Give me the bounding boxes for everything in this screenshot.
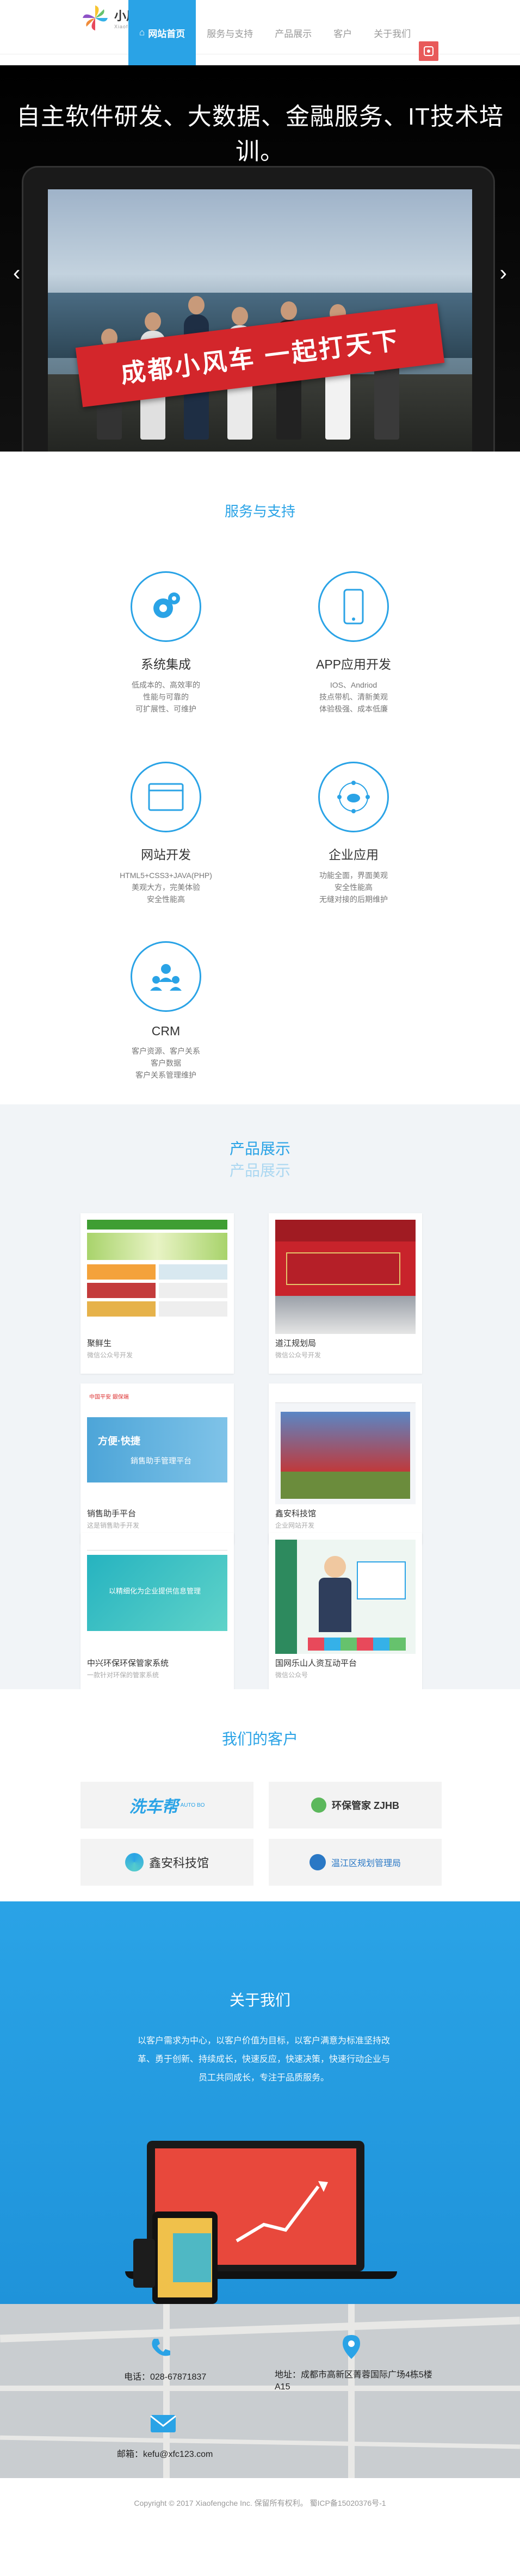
product-card[interactable]: 中国平安 銀保端 方便·快捷 銷售助手管理平台 销售助手平台 这是销售助手开发 (81, 1383, 234, 1544)
service-name: 系统集成 (141, 657, 191, 671)
nav-clients[interactable]: 客户 (323, 0, 363, 65)
service-name: 企业应用 (329, 848, 379, 862)
product-screenshot (87, 1220, 227, 1334)
leaf-logo-icon (311, 1797, 326, 1813)
product-name: 销售助手平台 (87, 1509, 137, 1518)
client-logo[interactable]: 洗车帮 AUTO BO (81, 1782, 253, 1828)
weibo-button[interactable] (419, 41, 438, 61)
product-screenshot (275, 1220, 416, 1334)
site-footer: Copyright © 2017 Xiaofengche Inc. 保留所有权利… (0, 2478, 520, 2535)
product-card[interactable]: 聚鲜生 微信公众号开发 (81, 1213, 234, 1374)
service-web-dev[interactable]: 网站开发 HTML5+CSS3+JAVA(PHP) 美观大方，完美体验 安全性能… (95, 762, 237, 905)
site-header: 小风车 Xiaofengche ⌂ 网站首页 服务与支持 产品展示 客户 关于我… (0, 0, 520, 65)
clients-section: 我们的客户 洗车帮 AUTO BO 环保管家 ZJHB 鑫安科技馆 温江区规划管… (0, 1689, 520, 1901)
client-logo[interactable]: 温江区规划管理局 (269, 1839, 442, 1886)
browser-window-icon (131, 762, 201, 832)
service-name: 网站开发 (141, 848, 191, 862)
gears-icon (131, 571, 201, 642)
nav-about[interactable]: 关于我们 (363, 0, 422, 65)
about-section: 关于我们 以客户需求为中心，以客户价值为目标，以客户满意为标准坚持改革、勇于创新… (0, 1901, 520, 2304)
hero-headline: 自主软件研发、大数据、金融服务、IT技术培训。 (16, 103, 504, 165)
client-tag: AUTO BO (180, 1802, 205, 1808)
emblem-logo-icon (309, 1854, 326, 1870)
contact-section: 电话：028-67871837 地址：成都市高新区菁蓉国际广场4栋5楼A15 邮… (0, 2304, 520, 2478)
client-name: 洗车帮 (129, 1798, 178, 1816)
page: 小风车 Xiaofengche ⌂ 网站首页 服务与支持 产品展示 客户 关于我… (0, 0, 520, 2535)
client-name: 温江区规划管理局 (331, 1859, 401, 1868)
team-photo: 成都小风车 一起打天下 (48, 189, 472, 452)
services-section: 服务与支持 系统集成 低成本的、高效率的 性能与可靠的 可扩展性、可维护 APP… (0, 452, 520, 1104)
service-name: APP应用开发 (315, 657, 392, 671)
product-desc: 微信公众号开发 (275, 1351, 321, 1359)
product-screen-header: 中国平安 銀保端 (89, 1394, 129, 1400)
service-crm[interactable]: CRM 客户资源、客户关系 客户数据 客户关系管理维护 (95, 941, 237, 1081)
users-icon (131, 941, 201, 1012)
product-name: 聚鲜生 (87, 1339, 112, 1348)
product-card[interactable]: 以精细化为企业提供信息管理 中兴环保环保管家系统 一款针对环保的管家系统 (81, 1533, 234, 1694)
services-title: 服务与支持 (224, 503, 295, 520)
products-subtitle: 产品展示 (229, 1162, 290, 1179)
pinwheel-logo-icon (125, 1853, 144, 1871)
service-desc: IOS、Andriod 技点带机、清新美观 体验极强、成本低廉 (319, 681, 388, 713)
client-logo[interactable]: 鑫安科技馆 (81, 1839, 253, 1886)
product-desc: 微信公众号 (275, 1671, 308, 1679)
location-pin-icon (342, 2334, 361, 2360)
product-card[interactable]: 国网乐山人资互动平台 微信公众号 (269, 1533, 422, 1694)
product-screenshot: 中国平安 銀保端 方便·快捷 銷售助手管理平台 (87, 1390, 227, 1504)
product-name: 中兴环保环保管家系统 (87, 1659, 169, 1668)
product-screen-brand: 方便·快捷 (98, 1436, 140, 1447)
phone-icon (150, 2337, 171, 2358)
service-app-dev[interactable]: APP应用开发 IOS、Andriod 技点带机、清新美观 体验极强、成本低廉 (283, 571, 424, 715)
product-card[interactable]: 鑫安科技馆 企业网站开发 (269, 1383, 422, 1544)
contact-address: 地址：成都市高新区菁蓉国际广场4栋5楼A15 (275, 2370, 432, 2392)
clients-title: 我们的客户 (221, 1731, 298, 1747)
service-desc: HTML5+CSS3+JAVA(PHP) 美观大方，完美体验 安全性能高 (120, 871, 212, 904)
product-desc: 微信公众号开发 (87, 1351, 133, 1359)
about-text: 以客户需求为中心，以客户价值为目标，以客户满意为标准坚持改革、勇于创新、持续成长… (137, 2036, 390, 2083)
about-title: 关于我们 (229, 1992, 290, 2009)
products-section: 产品展示 产品展示 聚鲜生 微信公众号开发 道江规划局 微信公众号开发 中国平安… (0, 1104, 520, 1694)
product-desc: 一款针对环保的管家系统 (87, 1671, 159, 1679)
devices-illustration (125, 2141, 397, 2304)
copyright-text: Copyright © 2017 Xiaofengche Inc. 保留所有权利… (134, 2499, 386, 2507)
product-desc: 这是销售助手开发 (87, 1522, 140, 1529)
main-nav: ⌂ 网站首页 服务与支持 产品展示 客户 关于我们 (128, 0, 422, 65)
service-enterprise[interactable]: 企业应用 功能全面，界面美观 安全性能高 无缝对接的后期维护 (283, 762, 424, 905)
carousel-prev-arrow-icon[interactable]: ‹ (13, 261, 20, 286)
smartphone-icon (318, 571, 389, 642)
service-system-integration[interactable]: 系统集成 低成本的、高效率的 性能与可靠的 可扩展性、可维护 (95, 571, 237, 715)
client-name: 鑫安科技馆 (148, 1856, 209, 1870)
product-screenshot: 以精细化为企业提供信息管理 (87, 1540, 227, 1654)
product-name: 道江规划局 (275, 1339, 317, 1348)
service-desc: 功能全面，界面美观 安全性能高 无缝对接的后期维护 (319, 871, 388, 904)
carousel-next-arrow-icon[interactable]: › (500, 261, 507, 286)
product-screen-tagline: 銷售助手管理平台 (131, 1456, 191, 1465)
client-logo[interactable]: 环保管家 ZJHB (269, 1782, 442, 1828)
home-icon: ⌂ (139, 27, 145, 38)
contact-phone[interactable]: 电话：028-67871837 (124, 2369, 206, 2382)
service-desc: 低成本的、高效率的 性能与可靠的 可扩展性、可维护 (132, 681, 200, 713)
network-cloud-icon (318, 762, 389, 832)
products-title: 产品展示 (229, 1140, 290, 1157)
nav-home-label: 网站首页 (148, 28, 185, 39)
product-card[interactable]: 道江规划局 微信公众号开发 (269, 1213, 422, 1374)
product-name: 国网乐山人资互动平台 (275, 1659, 357, 1668)
hero-banner: 自主软件研发、大数据、金融服务、IT技术培训。 成都小风车 一起打天下 ‹ › (0, 65, 520, 452)
product-screenshot (275, 1540, 416, 1654)
product-screen-banner: 以精细化为企业提供信息管理 (109, 1587, 201, 1595)
nav-products[interactable]: 产品展示 (264, 0, 323, 65)
weibo-icon (424, 46, 434, 56)
client-name: 环保管家 ZJHB (331, 1800, 399, 1811)
service-name: CRM (151, 1024, 181, 1038)
pinwheel-logo-icon (81, 3, 110, 33)
laptop-frame: 成都小风车 一起打天下 (22, 166, 495, 452)
product-screenshot (275, 1390, 416, 1504)
service-desc: 客户资源、客户关系 客户数据 客户关系管理维护 (132, 1047, 200, 1079)
nav-home[interactable]: ⌂ 网站首页 (128, 0, 196, 65)
nav-services[interactable]: 服务与支持 (196, 0, 264, 65)
product-desc: 企业网站开发 (275, 1522, 315, 1529)
product-name: 鑫安科技馆 (275, 1509, 317, 1518)
mail-icon (150, 2413, 177, 2435)
contact-email[interactable]: 邮箱：kefu@xfc123.com (117, 2447, 213, 2460)
